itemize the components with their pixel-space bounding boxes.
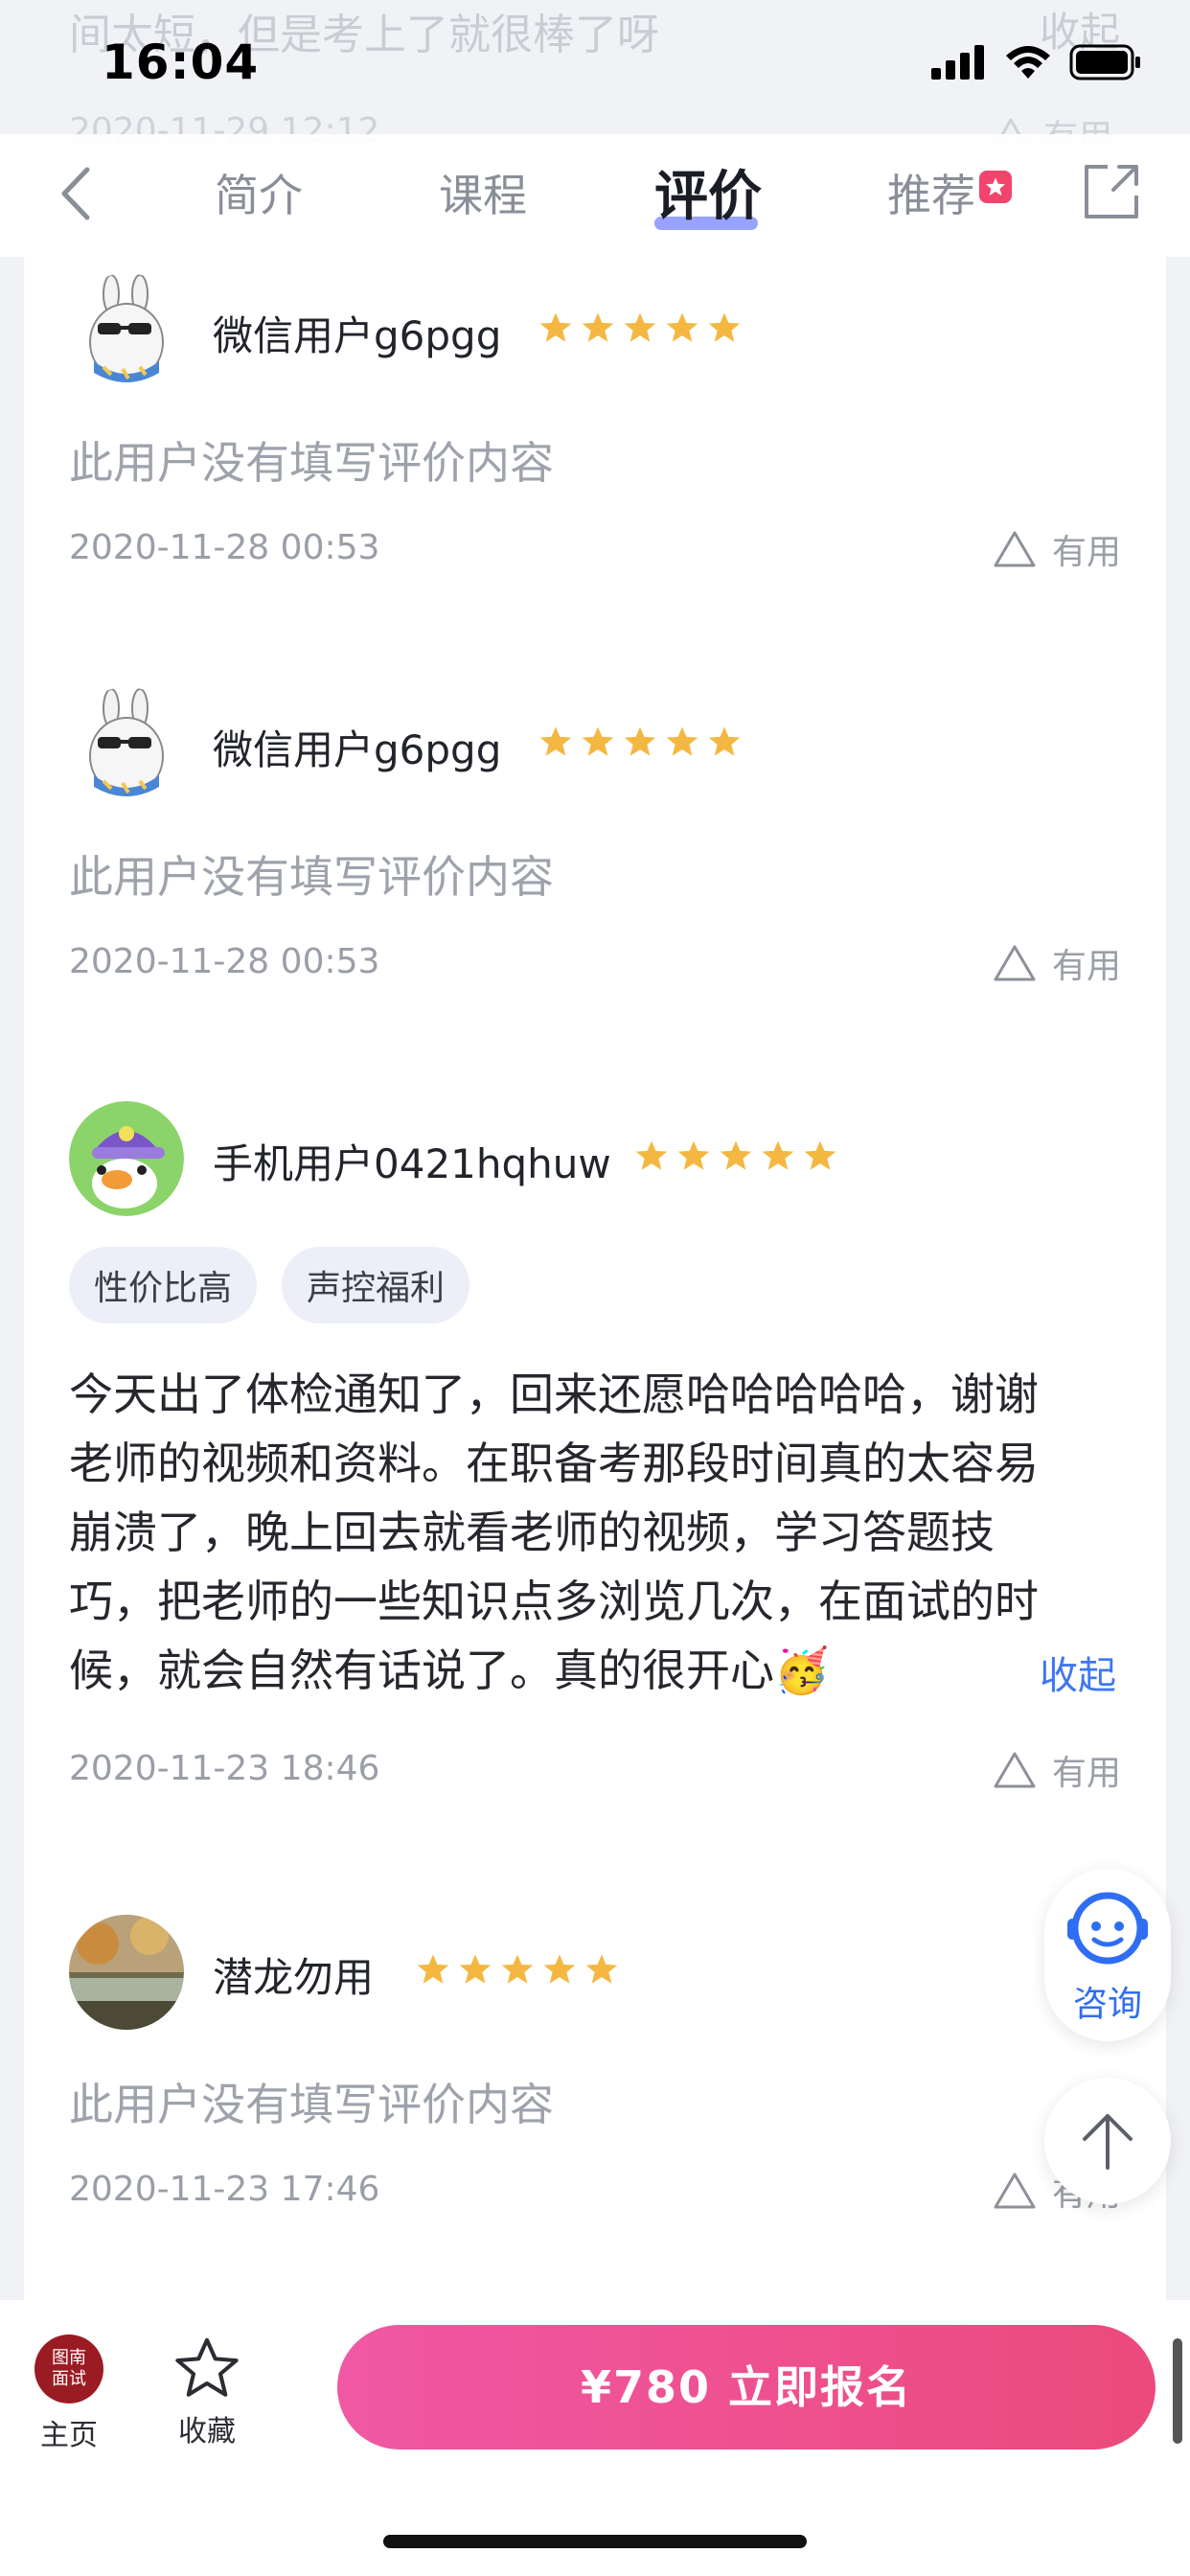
star-icon [677, 1140, 710, 1170]
star-icon [985, 177, 1006, 196]
review-content: 今天出了体检通知了，回来还愿哈哈哈哈哈，谢谢 老师的视频和资料。在职备考那段时间… [69, 1360, 1123, 1705]
review-item: 微信用户g6pgg 此用户没有填写评价内容 2020-11-28 00:53 有… [69, 273, 1123, 589]
useful-button[interactable]: 有用 [993, 938, 1121, 988]
share-icon [1085, 165, 1138, 218]
useful-button[interactable]: 有用 [993, 1745, 1121, 1795]
cellular-signal-icon [931, 45, 984, 80]
review-tags: 性价比高 声控福利 [69, 1247, 470, 1323]
consult-button[interactable]: 咨询 [1044, 1869, 1171, 2041]
review-date: 2020-11-23 18:46 [69, 1749, 380, 1788]
favorite-label: 收藏 [178, 2415, 236, 2449]
back-button[interactable] [46, 155, 103, 232]
home-label: 主页 [40, 2419, 98, 2452]
avatar[interactable] [69, 687, 184, 802]
star-icon [666, 312, 698, 342]
wifi-icon [1006, 46, 1050, 79]
triangle-icon [994, 531, 1036, 567]
review-content-line: 今天出了体检通知了，回来还愿哈哈哈哈哈，谢谢 [69, 1368, 1039, 1420]
consult-label: 咨询 [1072, 1985, 1142, 2024]
brand-logo-line: 图南 [52, 2348, 86, 2368]
recommend-badge [979, 171, 1012, 203]
star-icon [543, 1954, 576, 1984]
status-bar: 16:04 [0, 0, 1190, 134]
star-icon [539, 726, 572, 756]
star-icon [635, 1140, 668, 1170]
rating-stars [416, 1953, 619, 1986]
reviewer-name: 微信用户g6pgg [213, 726, 502, 773]
rating-stars [538, 725, 742, 758]
star-icon [459, 1954, 492, 1984]
tab-reviews[interactable]: 评价 [654, 153, 762, 231]
tab-intro[interactable]: 简介 [215, 161, 303, 224]
avatar[interactable] [69, 1915, 184, 2030]
battery-icon [1069, 44, 1140, 80]
star-icon [708, 726, 741, 756]
review-item: 潜龙勿用 此用户没有填写评价内容 2020-11-23 17:46 有用 [69, 1915, 1123, 2231]
share-button[interactable] [1081, 161, 1142, 222]
tab-courses[interactable]: 课程 [439, 161, 527, 224]
reviewer-name: 微信用户g6pgg [213, 312, 502, 359]
star-icon [762, 1140, 794, 1170]
review-content-line: 老师的视频和资料。在职备考那段时间真的太容易 [69, 1438, 1039, 1489]
rating-stars [538, 311, 742, 344]
star-icon [720, 1140, 752, 1170]
useful-label: 有用 [1051, 947, 1121, 986]
star-icon [417, 1954, 449, 1984]
star-icon [582, 726, 614, 756]
triangle-icon [994, 2173, 1036, 2209]
star-icon [624, 312, 656, 342]
star-icon [585, 1954, 618, 1984]
enroll-button[interactable]: ¥780 立即报名 [337, 2325, 1156, 2450]
favorite-button[interactable]: 收藏 [171, 2334, 243, 2450]
nav-header: 简介 课程 评价 推荐 [0, 134, 1190, 257]
back-to-top-button[interactable] [1044, 2078, 1171, 2204]
star-icon [708, 312, 741, 342]
review-item: 手机用户0421hqhuw 性价比高 声控福利 今天出了体检通知了，回来还愿哈哈… [69, 1101, 1123, 1829]
useful-label: 有用 [1051, 1754, 1121, 1793]
review-tag: 声控福利 [282, 1247, 470, 1323]
tab-recommend[interactable]: 推荐 [887, 161, 975, 224]
home-indicator [383, 2535, 807, 2548]
review-content: 此用户没有填写评价内容 [69, 851, 554, 903]
customer-service-icon [1067, 1892, 1148, 1965]
reviewer-name: 潜龙勿用 [213, 1954, 375, 2001]
brand-logo-line: 面试 [52, 2369, 86, 2389]
rating-stars [634, 1139, 837, 1172]
review-content: 此用户没有填写评价内容 [69, 437, 554, 489]
arrow-up-icon [1083, 2114, 1133, 2170]
brand-logo: 图南 面试 [34, 2334, 103, 2404]
triangle-icon [994, 945, 1036, 981]
chevron-left-icon [61, 167, 90, 220]
avatar[interactable] [69, 1101, 184, 1216]
review-tag: 性价比高 [69, 1247, 258, 1323]
status-time: 16:04 [102, 34, 260, 90]
review-date: 2020-11-28 00:53 [69, 942, 380, 981]
star-icon [804, 1140, 836, 1170]
review-content: 此用户没有填写评价内容 [69, 2079, 554, 2130]
app-screen: 间太短，但是考上了就很棒了呀 收起 2020-11-29 12:12 有用 微信… [0, 0, 1190, 2576]
review-item: 微信用户g6pgg 此用户没有填写评价内容 2020-11-28 00:53 有… [69, 687, 1123, 1003]
useful-label: 有用 [1051, 533, 1121, 572]
status-icons [931, 44, 1142, 80]
collapse-link[interactable]: 收起 [1040, 1644, 1116, 1700]
star-icon [582, 312, 614, 342]
star-icon [501, 1954, 534, 1984]
star-outline-icon [175, 2337, 239, 2397]
triangle-icon [994, 1752, 1036, 1788]
scrollbar-thumb[interactable] [1173, 2338, 1182, 2444]
star-icon [539, 312, 572, 342]
useful-button[interactable]: 有用 [993, 524, 1121, 574]
star-icon [624, 726, 656, 756]
review-date: 2020-11-28 00:53 [69, 528, 380, 567]
home-button[interactable]: 图南 面试 主页 [33, 2334, 105, 2453]
reviewer-name: 手机用户0421hqhuw [213, 1140, 611, 1187]
star-icon [666, 726, 698, 756]
review-content-line: 巧，把老师的一些知识点多浏览几次，在面试的时 [69, 1576, 1039, 1627]
review-content-line: 崩溃了，晚上回去就看老师的视频，学习答题技 [69, 1506, 995, 1558]
review-content-line: 候，就会自然有话说了。真的很开心🥳 [69, 1644, 830, 1696]
review-date: 2020-11-23 17:46 [69, 2170, 380, 2209]
avatar[interactable] [69, 273, 184, 388]
